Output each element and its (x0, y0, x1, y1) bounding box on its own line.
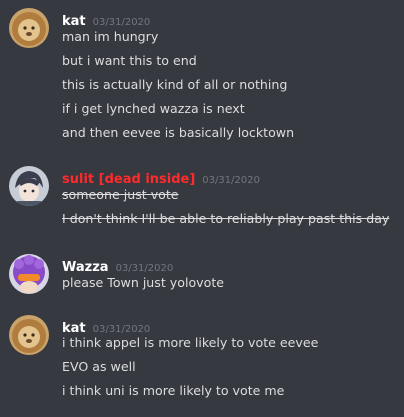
message-line: but i want this to end (62, 53, 197, 68)
message-header: sulit [dead inside] 03/31/2020 (62, 168, 260, 187)
username[interactable]: sulit [dead inside] (62, 172, 195, 187)
anime-character-avatar-icon (9, 166, 49, 206)
lion-avatar-icon (9, 8, 49, 48)
avatar[interactable] (9, 254, 49, 294)
lion-avatar-icon (9, 315, 49, 355)
avatar[interactable] (9, 8, 49, 48)
message-header: Wazza 03/31/2020 (62, 256, 173, 275)
message-line: this is actually kind of all or nothing (62, 77, 288, 92)
message-line: EVO as well (62, 359, 136, 374)
message-line: someone just vote (62, 187, 179, 202)
username[interactable]: kat (62, 14, 86, 29)
avatar[interactable] (9, 166, 49, 206)
message-line: please Town just yolovote (62, 275, 225, 290)
timestamp: 03/31/2020 (202, 175, 260, 186)
message-header: kat 03/31/2020 (62, 10, 150, 29)
username[interactable]: kat (62, 321, 86, 336)
timestamp: 03/31/2020 (92, 324, 151, 335)
timestamp: 03/31/2020 (115, 263, 174, 274)
avatar[interactable] (9, 315, 49, 355)
message-line: i think uni is more likely to vote me (62, 383, 285, 398)
message-line: I don't think I'll be able to reliably p… (62, 211, 390, 226)
message-header: kat 03/31/2020 (62, 317, 150, 336)
purple-character-avatar-icon (9, 254, 49, 294)
message-line: man im hungry (62, 29, 159, 44)
username[interactable]: Wazza (62, 260, 109, 275)
timestamp: 03/31/2020 (92, 17, 151, 28)
chat-messages: kat 03/31/2020 man im hungry but i want t… (0, 0, 404, 417)
message-line: i think appel is more likely to vote eev… (62, 335, 319, 350)
message-line: if i get lynched wazza is next (62, 101, 245, 116)
message-line: and then eevee is basically locktown (62, 125, 295, 140)
